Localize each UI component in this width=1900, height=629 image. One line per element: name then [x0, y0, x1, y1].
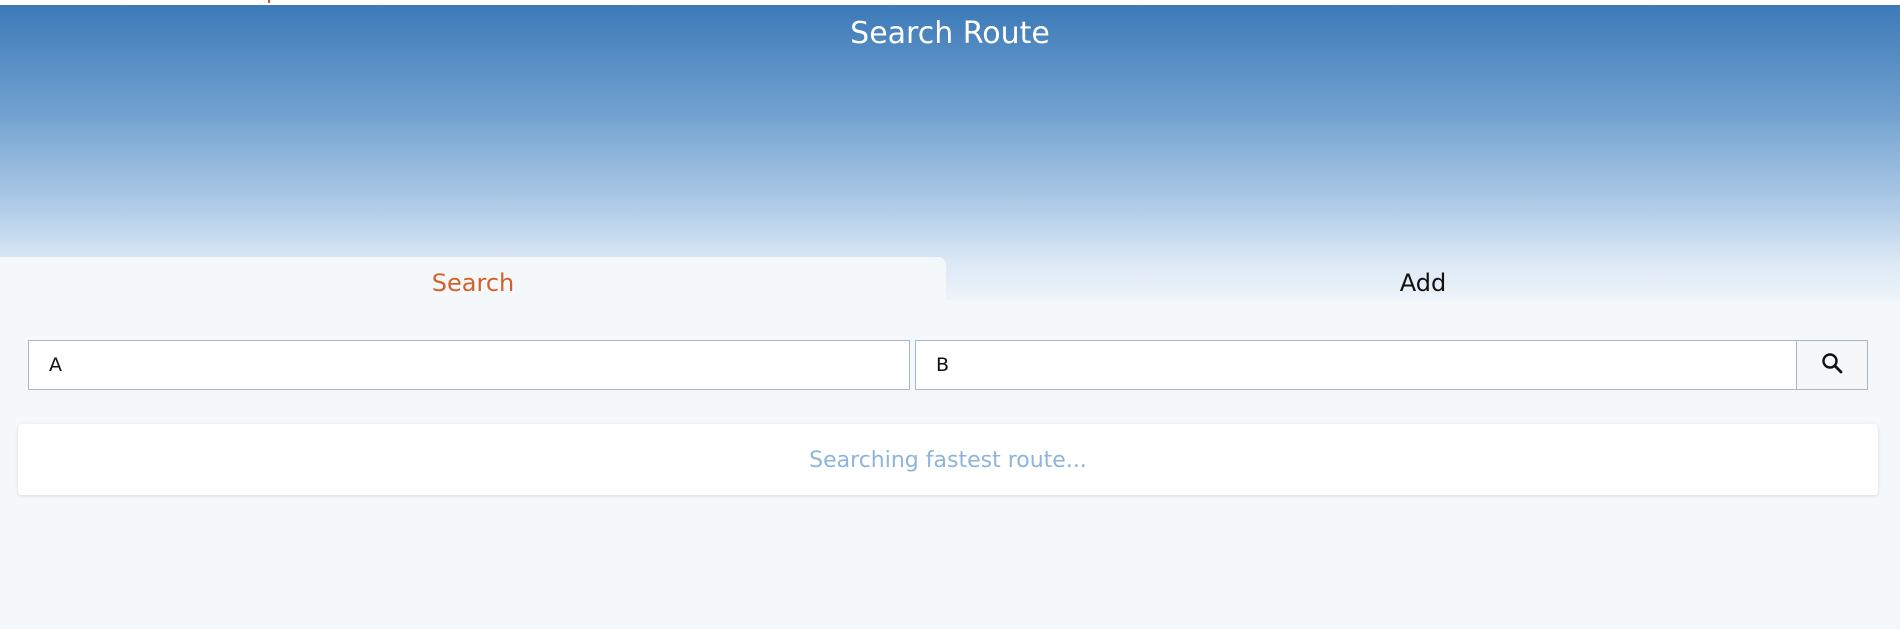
page-title: Search Route [850, 16, 1050, 51]
from-input[interactable] [28, 340, 910, 390]
search-icon [1820, 351, 1844, 379]
to-input[interactable] [915, 340, 1797, 390]
header-banner: Search Route Search Add [0, 5, 1900, 305]
search-panel: Searching fastest route... [0, 300, 1900, 629]
search-button[interactable] [1796, 340, 1868, 390]
tab-search[interactable]: Search [0, 257, 946, 305]
red-mark [268, 0, 270, 3]
status-message: Searching fastest route... [18, 424, 1878, 495]
tab-bar: Search Add [0, 257, 1900, 305]
app-window: Search Route Search Add Searching fastes… [0, 0, 1900, 629]
tab-add[interactable]: Add [946, 257, 1900, 305]
